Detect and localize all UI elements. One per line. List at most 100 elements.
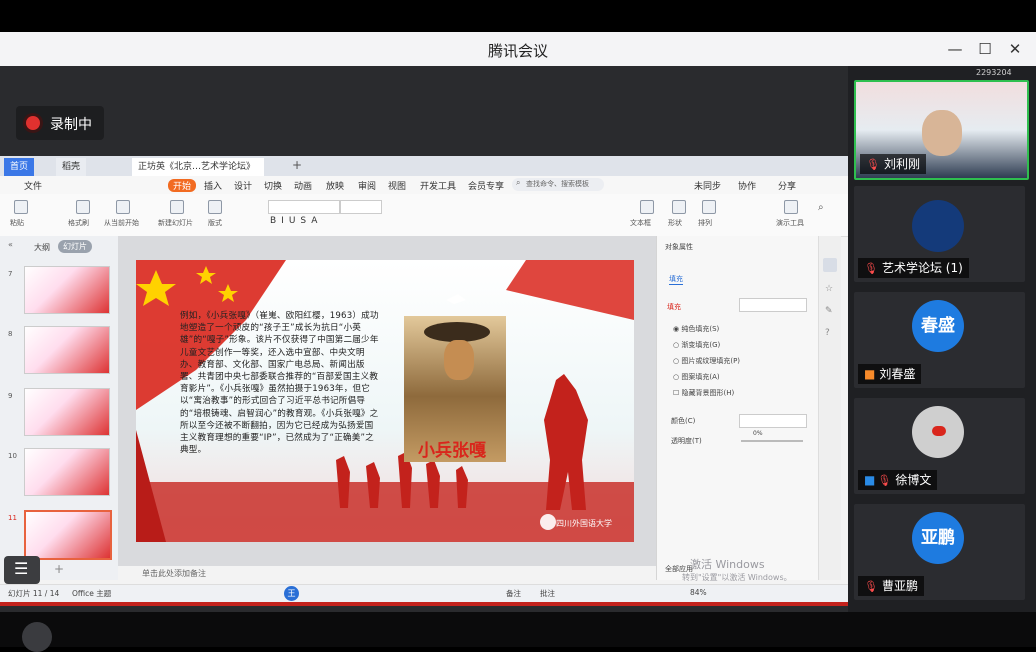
panel-tab-slides[interactable]: 幻灯片 (58, 240, 92, 253)
ime-icon[interactable]: 王 (284, 586, 299, 601)
windows-activation-hint: 转到"设置"以激活 Windows。 (682, 573, 792, 582)
slide-thumbnail[interactable] (24, 266, 110, 314)
close-icon[interactable]: ✕ (1004, 38, 1026, 60)
fill-option-label: 图案填充(A) (681, 373, 720, 381)
new-slide-icon[interactable] (170, 200, 184, 214)
input-method-toolbar[interactable]: 王 (284, 586, 444, 601)
tab-docer[interactable]: 稻壳 (56, 158, 87, 176)
find-icon[interactable]: ⌕ (818, 202, 824, 213)
menu-design[interactable]: 设计 (234, 179, 252, 192)
textbox-icon[interactable] (640, 200, 654, 214)
arrange-label: 排列 (698, 219, 712, 227)
play-icon[interactable] (116, 200, 130, 214)
properties-icon[interactable] (823, 258, 837, 272)
recording-label: 录制中 (50, 117, 92, 133)
collapse-panel-icon[interactable]: « (8, 240, 13, 249)
slide-thumbnail-selected[interactable] (24, 510, 112, 560)
font-size-select[interactable] (340, 200, 382, 214)
menu-share[interactable]: 分享 (778, 179, 796, 192)
minimize-icon[interactable]: — (944, 38, 966, 60)
paste-icon[interactable] (14, 200, 28, 214)
star-icon[interactable]: ☆ (825, 284, 833, 294)
wps-presentation-window: 首页 稻壳 正坊英《北京…艺术学论坛》 + 文件 开始 插入 设计 切换 动画 … (0, 156, 848, 606)
current-slide[interactable]: 例如，《小兵张嘎》（崔嵬、欧阳红樱，1963）成功地塑造了一个顽皮的“孩子王”成… (136, 260, 634, 542)
shape-icon[interactable] (672, 200, 686, 214)
mic-icon: 🎙 (866, 158, 880, 171)
menu-view[interactable]: 视图 (388, 179, 406, 192)
meeting-id: 2293204 (976, 68, 1012, 77)
participant-tile[interactable]: 亚鹏 🎙 曹亚鹏 (854, 504, 1025, 600)
shape-label: 形状 (668, 219, 682, 227)
properties-tab-fill[interactable]: 填充 (669, 274, 683, 285)
participant-name: 🎙 艺术学论坛 (1) (858, 258, 969, 278)
menu-developer[interactable]: 开发工具 (420, 179, 456, 192)
menu-review[interactable]: 审阅 (358, 179, 376, 192)
camera-icon[interactable] (22, 622, 52, 652)
text-format-icons[interactable]: BIUSA (270, 216, 322, 226)
window-title-bar: 腾讯会议 — ☐ ✕ (0, 32, 1036, 67)
fill-option-gradient[interactable]: ○ 渐变填充(G) (673, 340, 720, 350)
notes-button[interactable]: 备注 (506, 588, 521, 599)
face-shape (444, 340, 474, 380)
format-painter-icon[interactable] (76, 200, 90, 214)
menu-insert[interactable]: 插入 (204, 179, 222, 192)
fill-option-label: 纯色填充(S) (681, 325, 720, 333)
participant-tile[interactable]: 🎙 艺术学论坛 (1) (854, 186, 1025, 282)
menu-unsynced[interactable]: 未同步 (694, 179, 721, 192)
poster-title: 小兵张嘎 (418, 441, 486, 461)
color-picker[interactable] (739, 414, 807, 428)
maximize-icon[interactable]: ☐ (974, 38, 996, 60)
avatar-detail (932, 426, 946, 436)
fill-option-label: 渐变填充(G) (681, 341, 721, 349)
layout-icon[interactable] (208, 200, 222, 214)
menu-file[interactable]: 文件 (24, 179, 42, 192)
fill-option-picture[interactable]: ○ 图片或纹理填充(P) (673, 356, 740, 366)
presentation-tools-label: 演示工具 (776, 219, 804, 227)
participant-tile[interactable]: 春盛 ■ 刘春盛 (854, 292, 1025, 388)
transparency-label: 透明度(T) (671, 437, 702, 445)
arrange-icon[interactable] (702, 200, 716, 214)
tab-document[interactable]: 正坊英《北京…艺术学论坛》 (132, 158, 264, 176)
panel-tab-outline[interactable]: 大纲 (34, 242, 50, 253)
taskbar-strip (0, 602, 848, 606)
wps-ribbon: 粘贴 格式刷 从当前开始 新建幻灯片 版式 BIUSA 文本框 形状 排列 演示… (0, 194, 848, 237)
fill-type-select[interactable] (739, 298, 807, 312)
tab-home[interactable]: 首页 (4, 158, 35, 176)
notes-placeholder: 单击此处添加备注 (142, 569, 206, 578)
add-slide-icon[interactable]: + (54, 562, 64, 576)
slide-thumbnail[interactable] (24, 326, 110, 374)
menu-member[interactable]: 会员专享 (468, 179, 504, 192)
menu-home[interactable]: 开始 (168, 179, 197, 192)
fill-section-title[interactable]: 填充 (667, 302, 681, 312)
pen-icon[interactable]: ✎ (825, 306, 833, 316)
menu-collab[interactable]: 协作 (738, 179, 756, 192)
participant-tile-video[interactable]: 🎙 刘利刚 (854, 80, 1029, 180)
new-tab-icon[interactable]: + (292, 158, 302, 172)
notes-area[interactable]: 单击此处添加备注 (118, 566, 656, 580)
comments-button[interactable]: 批注 (540, 588, 555, 599)
fill-option-pattern[interactable]: ○ 图案填充(A) (673, 372, 720, 382)
zoom-level[interactable]: 84% (690, 588, 707, 597)
slide-thumbnail[interactable] (24, 388, 110, 436)
presentation-tools-icon[interactable] (784, 200, 798, 214)
app-title: 腾讯会议 (487, 42, 548, 60)
movie-poster-image: 小兵张嘎 (404, 316, 506, 462)
command-search[interactable]: ⌕ 查找命令、搜索模板 (512, 178, 604, 191)
slide-body-text: 例如，《小兵张嘎》（崔嵬、欧阳红樱，1963）成功地塑造了一个顽皮的“孩子王”成… (180, 311, 379, 456)
color-label: 颜色(C) (671, 417, 696, 425)
menu-animation[interactable]: 动画 (294, 179, 312, 192)
menu-group-left: 文件 (4, 176, 150, 194)
participant-tile[interactable]: ■ 🎙 徐博文 (854, 398, 1025, 494)
help-icon[interactable]: ? (825, 328, 830, 338)
font-family-select[interactable] (268, 200, 340, 214)
object-properties-panel: 对象属性 填充 填充 ◉ 纯色填充(S) ○ 渐变填充(G) ○ 图片或纹理填充… (656, 236, 819, 580)
floating-menu-button[interactable]: ☰ (4, 556, 40, 584)
transparency-slider[interactable] (741, 440, 803, 442)
hide-background-label: 隐藏背景图形(H) (681, 389, 735, 397)
slide-thumbnail[interactable] (24, 448, 110, 496)
menu-transition[interactable]: 切换 (264, 179, 282, 192)
hide-background-checkbox[interactable]: ☐ 隐藏背景图形(H) (673, 388, 734, 398)
recording-indicator[interactable]: 录制中 (16, 106, 104, 140)
fill-option-solid[interactable]: ◉ 纯色填充(S) (673, 324, 719, 334)
menu-slideshow[interactable]: 放映 (326, 179, 344, 192)
